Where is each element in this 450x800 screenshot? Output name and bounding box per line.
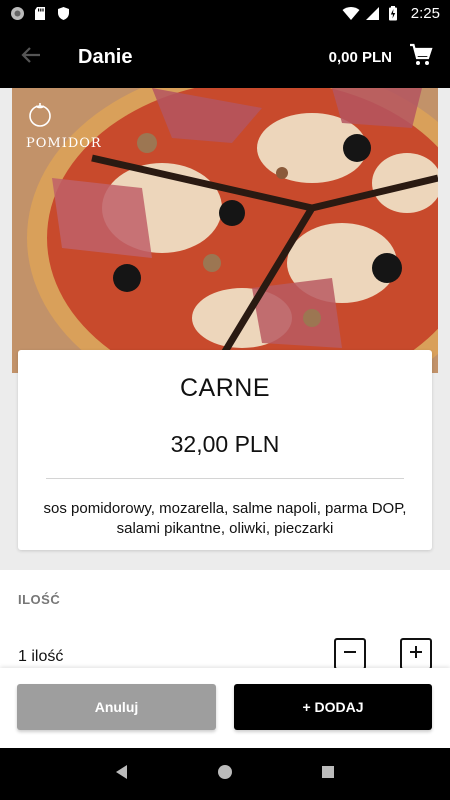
system-nav-bar [0, 748, 450, 800]
sd-card-icon [33, 6, 48, 21]
nav-recents-button[interactable] [308, 754, 348, 794]
nav-home-button[interactable] [205, 754, 245, 794]
cart-button[interactable] [392, 26, 450, 88]
status-left-icons [10, 6, 71, 21]
shield-icon [56, 6, 71, 21]
recents-square-icon [321, 765, 335, 784]
brand-name: POMIDOR [26, 136, 102, 151]
action-bar: Anuluj + DODAJ [0, 668, 450, 748]
home-circle-icon [217, 764, 233, 785]
tomato-logo-icon [26, 100, 102, 128]
quantity-increase-button[interactable] [400, 638, 432, 670]
wifi-icon [342, 6, 360, 21]
cart-total: 0,00 PLN [328, 48, 392, 66]
dish-price: 32,00 PLN [170, 431, 280, 457]
status-bar: 2:25 [0, 0, 450, 26]
page-title: Danie [78, 45, 133, 68]
dish-card: CARNE 32,00 PLN sos pomidorowy, mozarell… [18, 350, 432, 550]
quantity-decrease-button[interactable] [334, 638, 366, 670]
add-to-cart-button[interactable]: + DODAJ [234, 684, 432, 730]
dish-image: POMIDOR [12, 88, 438, 373]
minus-icon [342, 644, 358, 665]
arrow-back-icon [21, 46, 41, 69]
back-button[interactable] [0, 26, 62, 88]
status-time: 2:25 [410, 4, 440, 22]
quantity-header: ILOŚĆ [18, 592, 61, 607]
battery-charging-icon [388, 5, 403, 21]
shopping-cart-icon [409, 43, 433, 72]
brand-logo: POMIDOR [26, 100, 102, 151]
cancel-button[interactable]: Anuluj [17, 684, 216, 730]
dish-name: CARNE [179, 374, 270, 402]
quantity-label: 1 ilość [18, 648, 64, 665]
signal-icon [365, 6, 380, 21]
quantity-section: ILOŚĆ 1 ilość [0, 570, 450, 670]
dish-description: sos pomidorowy, mozarella, salme napoli,… [43, 500, 407, 537]
app-bar: Danie 0,00 PLN [0, 26, 450, 88]
nav-back-button[interactable] [102, 754, 142, 794]
divider [46, 478, 404, 479]
back-triangle-icon [115, 764, 129, 785]
plus-icon [408, 644, 424, 665]
circle-notification-icon [10, 6, 25, 21]
status-right-icons: 2:25 [342, 5, 440, 22]
